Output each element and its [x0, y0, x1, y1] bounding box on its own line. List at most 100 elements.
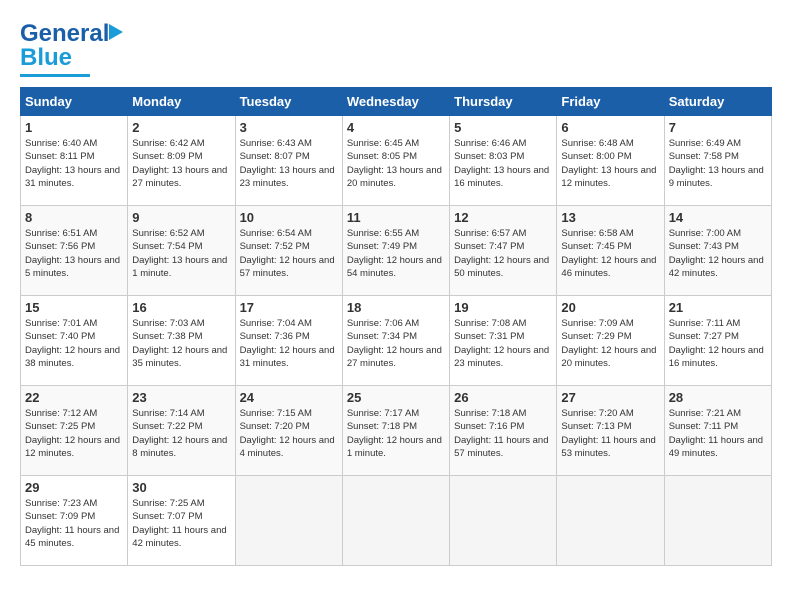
calendar-cell: 18 Sunrise: 7:06 AMSunset: 7:34 PMDayligh… [342, 296, 449, 386]
calendar-week-2: 8 Sunrise: 6:51 AMSunset: 7:56 PMDaylight… [21, 206, 772, 296]
weekday-header-thursday: Thursday [450, 88, 557, 116]
day-number: 8 [25, 210, 123, 225]
calendar-week-1: 1Sunrise: 6:40 AMSunset: 8:11 PMDaylight… [21, 116, 772, 206]
weekday-header-saturday: Saturday [664, 88, 771, 116]
calendar-week-5: 29 Sunrise: 7:23 AMSunset: 7:09 PMDayligh… [21, 476, 772, 566]
calendar-cell: 13 Sunrise: 6:58 AMSunset: 7:45 PMDayligh… [557, 206, 664, 296]
day-detail: Sunrise: 6:51 AMSunset: 7:56 PMDaylight:… [25, 227, 123, 280]
calendar-week-4: 22 Sunrise: 7:12 AMSunset: 7:25 PMDayligh… [21, 386, 772, 476]
day-detail: Sunrise: 7:25 AMSunset: 7:07 PMDaylight:… [132, 497, 230, 550]
day-detail: Sunrise: 7:08 AMSunset: 7:31 PMDaylight:… [454, 317, 552, 370]
calendar-week-3: 15 Sunrise: 7:01 AMSunset: 7:40 PMDayligh… [21, 296, 772, 386]
calendar-cell: 22 Sunrise: 7:12 AMSunset: 7:25 PMDayligh… [21, 386, 128, 476]
calendar-cell [664, 476, 771, 566]
day-detail: Sunrise: 6:49 AMSunset: 7:58 PMDaylight:… [669, 137, 767, 190]
day-number: 15 [25, 300, 123, 315]
day-detail: Sunrise: 7:01 AMSunset: 7:40 PMDaylight:… [25, 317, 123, 370]
calendar-table: SundayMondayTuesdayWednesdayThursdayFrid… [20, 87, 772, 566]
calendar-cell: 10 Sunrise: 6:54 AMSunset: 7:52 PMDayligh… [235, 206, 342, 296]
calendar-cell: 3Sunrise: 6:43 AMSunset: 8:07 PMDaylight… [235, 116, 342, 206]
weekday-header-wednesday: Wednesday [342, 88, 449, 116]
calendar-cell: 17Sunrise: 7:04 AMSunset: 7:36 PMDayligh… [235, 296, 342, 386]
day-detail: Sunrise: 7:23 AMSunset: 7:09 PMDaylight:… [25, 497, 123, 550]
day-detail: Sunrise: 6:48 AMSunset: 8:00 PMDaylight:… [561, 137, 659, 190]
logo: General Blue [20, 20, 109, 77]
calendar-cell: 19 Sunrise: 7:08 AMSunset: 7:31 PMDayligh… [450, 296, 557, 386]
calendar-cell [450, 476, 557, 566]
day-number: 27 [561, 390, 659, 405]
day-detail: Sunrise: 7:14 AMSunset: 7:22 PMDaylight:… [132, 407, 230, 460]
calendar-cell: 1Sunrise: 6:40 AMSunset: 8:11 PMDaylight… [21, 116, 128, 206]
day-detail: Sunrise: 6:55 AMSunset: 7:49 PMDaylight:… [347, 227, 445, 280]
day-detail: Sunrise: 7:17 AMSunset: 7:18 PMDaylight:… [347, 407, 445, 460]
day-number: 10 [240, 210, 338, 225]
calendar-cell: 7Sunrise: 6:49 AMSunset: 7:58 PMDaylight… [664, 116, 771, 206]
day-detail: Sunrise: 7:21 AMSunset: 7:11 PMDaylight:… [669, 407, 767, 460]
calendar-cell: 15 Sunrise: 7:01 AMSunset: 7:40 PMDayligh… [21, 296, 128, 386]
day-number: 11 [347, 210, 445, 225]
day-number: 23 [132, 390, 230, 405]
calendar-cell: 11 Sunrise: 6:55 AMSunset: 7:49 PMDayligh… [342, 206, 449, 296]
day-detail: Sunrise: 7:09 AMSunset: 7:29 PMDaylight:… [561, 317, 659, 370]
day-detail: Sunrise: 7:03 AMSunset: 7:38 PMDaylight:… [132, 317, 230, 370]
day-number: 6 [561, 120, 659, 135]
weekday-header-friday: Friday [557, 88, 664, 116]
calendar-cell: 24 Sunrise: 7:15 AMSunset: 7:20 PMDayligh… [235, 386, 342, 476]
day-detail: Sunrise: 7:18 AMSunset: 7:16 PMDaylight:… [454, 407, 552, 460]
day-detail: Sunrise: 7:20 AMSunset: 7:13 PMDaylight:… [561, 407, 659, 460]
day-number: 25 [347, 390, 445, 405]
logo-underline [20, 74, 90, 77]
calendar-cell: 29 Sunrise: 7:23 AMSunset: 7:09 PMDayligh… [21, 476, 128, 566]
calendar-cell: 2 Sunrise: 6:42 AMSunset: 8:09 PMDaylight… [128, 116, 235, 206]
day-number: 13 [561, 210, 659, 225]
header: General Blue [20, 20, 772, 77]
calendar-header-row: SundayMondayTuesdayWednesdayThursdayFrid… [21, 88, 772, 116]
calendar-cell: 26 Sunrise: 7:18 AMSunset: 7:16 PMDayligh… [450, 386, 557, 476]
logo-general: General [20, 20, 109, 47]
day-detail: Sunrise: 6:57 AMSunset: 7:47 PMDaylight:… [454, 227, 552, 280]
calendar-cell: 25 Sunrise: 7:17 AMSunset: 7:18 PMDayligh… [342, 386, 449, 476]
weekday-header-monday: Monday [128, 88, 235, 116]
day-number: 29 [25, 480, 123, 495]
day-number: 1 [25, 120, 123, 135]
calendar-cell: 16Sunrise: 7:03 AMSunset: 7:38 PMDayligh… [128, 296, 235, 386]
day-detail: Sunrise: 7:06 AMSunset: 7:34 PMDaylight:… [347, 317, 445, 370]
day-number: 24 [240, 390, 338, 405]
logo-arrow-icon [109, 24, 123, 40]
calendar-cell: 8 Sunrise: 6:51 AMSunset: 7:56 PMDaylight… [21, 206, 128, 296]
weekday-header-tuesday: Tuesday [235, 88, 342, 116]
weekday-header-sunday: Sunday [21, 88, 128, 116]
day-detail: Sunrise: 6:52 AMSunset: 7:54 PMDaylight:… [132, 227, 230, 280]
calendar-cell: 6 Sunrise: 6:48 AMSunset: 8:00 PMDaylight… [557, 116, 664, 206]
day-number: 2 [132, 120, 230, 135]
day-number: 9 [132, 210, 230, 225]
day-detail: Sunrise: 6:58 AMSunset: 7:45 PMDaylight:… [561, 227, 659, 280]
calendar-cell: 21Sunrise: 7:11 AMSunset: 7:27 PMDayligh… [664, 296, 771, 386]
day-number: 19 [454, 300, 552, 315]
calendar-cell: 30 Sunrise: 7:25 AMSunset: 7:07 PMDayligh… [128, 476, 235, 566]
day-detail: Sunrise: 6:46 AMSunset: 8:03 PMDaylight:… [454, 137, 552, 190]
day-detail: Sunrise: 6:54 AMSunset: 7:52 PMDaylight:… [240, 227, 338, 280]
calendar-cell: 20 Sunrise: 7:09 AMSunset: 7:29 PMDayligh… [557, 296, 664, 386]
calendar-cell: 28Sunrise: 7:21 AMSunset: 7:11 PMDayligh… [664, 386, 771, 476]
day-number: 26 [454, 390, 552, 405]
day-detail: Sunrise: 7:15 AMSunset: 7:20 PMDaylight:… [240, 407, 338, 460]
calendar-cell: 27 Sunrise: 7:20 AMSunset: 7:13 PMDayligh… [557, 386, 664, 476]
day-detail: Sunrise: 7:04 AMSunset: 7:36 PMDaylight:… [240, 317, 338, 370]
day-detail: Sunrise: 7:12 AMSunset: 7:25 PMDaylight:… [25, 407, 123, 460]
day-number: 30 [132, 480, 230, 495]
day-detail: Sunrise: 6:42 AMSunset: 8:09 PMDaylight:… [132, 137, 230, 190]
calendar-cell: 12 Sunrise: 6:57 AMSunset: 7:47 PMDayligh… [450, 206, 557, 296]
day-number: 12 [454, 210, 552, 225]
day-number: 14 [669, 210, 767, 225]
day-number: 20 [561, 300, 659, 315]
calendar-cell: 5Sunrise: 6:46 AMSunset: 8:03 PMDaylight… [450, 116, 557, 206]
day-number: 4 [347, 120, 445, 135]
logo-blue: Blue [20, 44, 72, 71]
day-detail: Sunrise: 6:45 AMSunset: 8:05 PMDaylight:… [347, 137, 445, 190]
calendar-cell [235, 476, 342, 566]
day-number: 18 [347, 300, 445, 315]
day-number: 22 [25, 390, 123, 405]
calendar-cell: 4 Sunrise: 6:45 AMSunset: 8:05 PMDaylight… [342, 116, 449, 206]
day-number: 3 [240, 120, 338, 135]
